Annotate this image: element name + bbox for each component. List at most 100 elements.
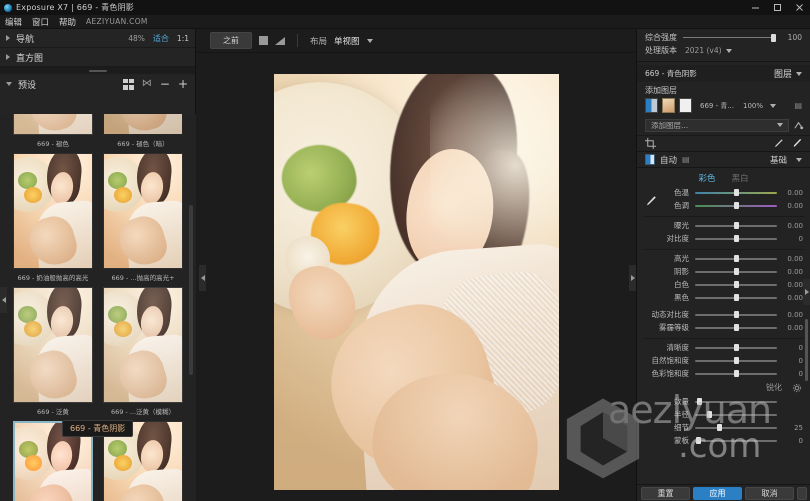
- slider-row[interactable]: 阴影 0.00: [637, 265, 810, 278]
- menu-item-help[interactable]: 帮助: [59, 16, 76, 28]
- panel-divider[interactable]: [0, 67, 195, 74]
- grid-view-icon[interactable]: [122, 78, 134, 90]
- slider-row[interactable]: 色温 0.00: [637, 186, 810, 199]
- preset-thumbnail[interactable]: [13, 153, 93, 269]
- one-to-one-button[interactable]: 1:1: [177, 34, 189, 43]
- layer-mask-icon[interactable]: [645, 98, 658, 113]
- chevron-down-icon[interactable]: [796, 71, 802, 76]
- brush-icon[interactable]: [791, 134, 802, 153]
- auto-button[interactable]: 自动: [660, 154, 677, 166]
- close-button[interactable]: [788, 0, 810, 15]
- slider-track[interactable]: [695, 254, 777, 262]
- slider-track[interactable]: [695, 310, 777, 318]
- slider-row[interactable]: 白色 0.00: [637, 278, 810, 291]
- slider-row[interactable]: 雾霾等级 0.00: [637, 321, 810, 334]
- minus-icon[interactable]: −: [160, 78, 170, 90]
- navigation-section-header[interactable]: 导航 48% 适合 1:1: [0, 29, 195, 48]
- slider-row[interactable]: 清晰度 0: [637, 341, 810, 354]
- cancel-button[interactable]: 取消: [745, 486, 794, 500]
- layer-row[interactable]: 669 - 青... 100% ▤: [637, 97, 810, 116]
- presets-scroll-area[interactable]: 669 - 褪色 669 - 褪色（暗） 669 - 奶油般抛高的高光 669 - .…: [0, 114, 196, 501]
- minimize-button[interactable]: [744, 0, 766, 15]
- fit-button[interactable]: 适合: [153, 33, 169, 44]
- slider-row[interactable]: 色彩饱和度 0: [637, 367, 810, 380]
- basic-section-header[interactable]: 自动 ▤ 基础: [637, 151, 810, 168]
- slider-row[interactable]: 动态对比度 0.00: [637, 308, 810, 321]
- gear-icon[interactable]: [792, 378, 802, 397]
- layer-thumbnail[interactable]: [662, 98, 675, 113]
- tab-bw[interactable]: 黑白: [732, 172, 749, 184]
- preview-photo[interactable]: [273, 74, 559, 490]
- slider-track[interactable]: [695, 293, 777, 301]
- plus-icon[interactable]: +: [178, 78, 188, 90]
- before-button[interactable]: 之前: [210, 32, 252, 49]
- slider-row[interactable]: 自然饱和度 0: [637, 354, 810, 367]
- menu-item-edit[interactable]: 编辑: [5, 16, 22, 28]
- layer-white-swatch[interactable]: [679, 98, 692, 113]
- histogram-section-header[interactable]: 直方图: [0, 48, 195, 67]
- sharpen-section-header[interactable]: 锐化: [637, 380, 810, 395]
- layers-label[interactable]: 图层: [774, 67, 792, 80]
- slider-track[interactable]: [695, 221, 777, 229]
- tab-color[interactable]: 彩色: [698, 172, 715, 184]
- layer-menu-icon[interactable]: ▤: [794, 101, 802, 110]
- maximize-button[interactable]: [766, 0, 788, 15]
- left-scrollbar[interactable]: [189, 205, 193, 375]
- preset-item[interactable]: 669 - ...抛高的高光+: [100, 153, 186, 287]
- process-version-value[interactable]: 2021 (v4): [685, 46, 722, 55]
- auto-options-icon[interactable]: ▤: [682, 155, 690, 164]
- crop-icon[interactable]: [645, 134, 656, 153]
- eyedropper-icon[interactable]: [645, 192, 657, 211]
- slider-track[interactable]: [695, 356, 777, 364]
- slider-track[interactable]: [695, 280, 777, 288]
- chevron-down-icon[interactable]: [366, 38, 373, 43]
- duplicate-layer-icon[interactable]: [793, 116, 810, 135]
- slider-row[interactable]: 细节 25: [637, 421, 810, 434]
- compare-icon[interactable]: ⋈: [142, 79, 152, 89]
- preset-item[interactable]: 669 - 褪色（暗）: [100, 114, 186, 153]
- left-panel-collapse-handle[interactable]: [0, 287, 7, 313]
- preset-item[interactable]: 669 - 泛黄: [10, 287, 96, 421]
- slider-row[interactable]: 色调 0.00: [637, 199, 810, 212]
- slider-track[interactable]: [695, 397, 777, 405]
- preset-thumbnail[interactable]: [13, 114, 93, 135]
- preset-item[interactable]: 669 - 奶油般抛高的高光: [10, 153, 96, 287]
- chevron-down-icon[interactable]: [725, 48, 732, 53]
- center-left-handle[interactable]: [199, 265, 206, 291]
- slider-track[interactable]: [695, 410, 777, 418]
- right-panel-collapse-handle[interactable]: [803, 279, 810, 305]
- slider-track[interactable]: [695, 323, 777, 331]
- chevron-down-icon[interactable]: [770, 103, 777, 108]
- layer-opacity[interactable]: 100%: [743, 102, 763, 110]
- slider-row[interactable]: 黑色 0.00: [637, 291, 810, 304]
- split-square-icon[interactable]: [259, 36, 268, 45]
- preset-item[interactable]: 669 - ...泛黄（模糊）: [100, 287, 186, 421]
- slider-track[interactable]: [695, 234, 777, 242]
- more-options-button[interactable]: [797, 486, 807, 500]
- overall-strength-slider[interactable]: [683, 33, 776, 42]
- slider-row[interactable]: 半径: [637, 408, 810, 421]
- layout-value[interactable]: 单视图: [334, 35, 360, 47]
- slider-track[interactable]: [695, 201, 777, 209]
- presets-section-header[interactable]: 预设 ⋈ − +: [0, 74, 195, 94]
- slider-track[interactable]: [695, 369, 777, 377]
- slider-row[interactable]: 高光 0.00: [637, 252, 810, 265]
- preset-thumbnail[interactable]: [13, 287, 93, 403]
- slider-row[interactable]: 蒙板 0: [637, 434, 810, 447]
- menu-item-window[interactable]: 窗口: [32, 16, 49, 28]
- slider-track[interactable]: [695, 423, 777, 431]
- slider-track[interactable]: [695, 436, 777, 444]
- center-right-handle[interactable]: [629, 265, 636, 291]
- chevron-down-icon[interactable]: [796, 157, 802, 162]
- image-canvas[interactable]: [196, 53, 636, 501]
- reset-button[interactable]: 重置: [641, 486, 690, 500]
- preset-thumbnail[interactable]: [103, 287, 183, 403]
- right-scrollbar[interactable]: [805, 319, 808, 381]
- add-layer-select[interactable]: 添加图层...: [645, 118, 789, 132]
- slider-track[interactable]: [695, 188, 777, 196]
- slider-track[interactable]: [695, 343, 777, 351]
- eyedropper-icon[interactable]: [773, 134, 784, 153]
- apply-button[interactable]: 应用: [693, 486, 742, 500]
- basic-section-label[interactable]: 基础: [770, 154, 787, 166]
- preset-thumbnail[interactable]: [103, 114, 183, 135]
